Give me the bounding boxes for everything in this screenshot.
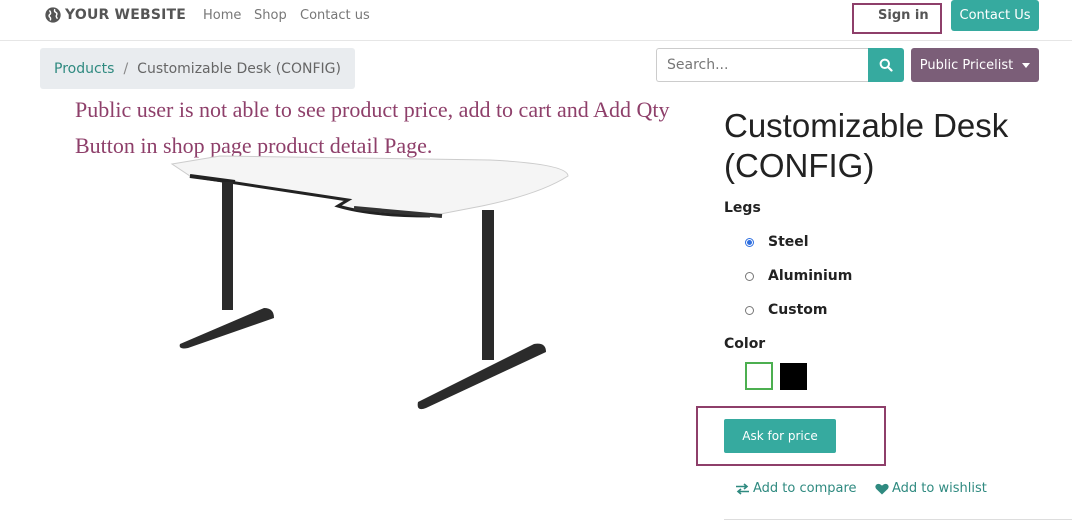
nav-contact-us[interactable]: Contact us <box>300 8 370 23</box>
legs-option-aluminium[interactable]: Aluminium <box>745 268 852 284</box>
radio-button[interactable] <box>745 305 754 315</box>
nav-shop[interactable]: Shop <box>254 8 287 23</box>
breadcrumb-products-link[interactable]: Products <box>54 61 114 77</box>
add-to-wishlist-label: Add to wishlist <box>892 481 987 496</box>
legs-option-label: Aluminium <box>768 268 853 284</box>
divider <box>724 519 1072 520</box>
color-swatch-white[interactable] <box>745 362 773 390</box>
add-to-compare-label: Add to compare <box>753 481 857 496</box>
radio-button-checked[interactable] <box>745 237 754 247</box>
radio-button[interactable] <box>745 271 754 281</box>
legs-option-custom[interactable]: Custom <box>745 302 827 318</box>
product-title: Customizable Desk (CONFIG) <box>724 107 1009 184</box>
search-button[interactable] <box>868 48 904 82</box>
color-label: Color <box>724 336 766 352</box>
exchange-icon <box>736 482 749 495</box>
logo-text: YOUR WEBSITE <box>65 7 187 23</box>
globe-icon <box>45 7 61 23</box>
pricelist-dropdown[interactable]: Public Pricelist <box>911 48 1039 82</box>
ask-for-price-button[interactable]: Ask for price <box>724 419 836 453</box>
breadcrumb-current: Customizable Desk (CONFIG) <box>137 60 341 77</box>
legs-label: Legs <box>724 200 761 216</box>
add-to-compare-link[interactable]: Add to compare <box>735 481 857 496</box>
top-navbar: YOUR WEBSITE Home Shop Contact us Sign i… <box>0 0 1072 41</box>
legs-option-steel[interactable]: Steel <box>745 234 809 250</box>
breadcrumb-separator: / <box>123 60 129 77</box>
heart-icon <box>875 483 889 494</box>
search-icon <box>879 58 893 72</box>
add-to-wishlist-link[interactable]: Add to wishlist <box>875 481 987 496</box>
breadcrumb: Products / Customizable Desk (CONFIG) <box>40 48 355 89</box>
site-logo[interactable]: YOUR WEBSITE <box>44 6 186 24</box>
nav-home[interactable]: Home <box>203 8 241 23</box>
legs-option-label: Steel <box>768 234 809 250</box>
caret-down-icon <box>1022 62 1031 68</box>
legs-option-label: Custom <box>768 302 828 318</box>
contact-us-button[interactable]: Contact Us <box>951 0 1039 31</box>
sign-in-link[interactable]: Sign in <box>878 8 929 23</box>
product-image <box>170 155 569 410</box>
search-input[interactable] <box>656 48 868 82</box>
pricelist-label: Public Pricelist <box>919 57 1014 73</box>
color-swatch-black[interactable] <box>780 363 807 390</box>
